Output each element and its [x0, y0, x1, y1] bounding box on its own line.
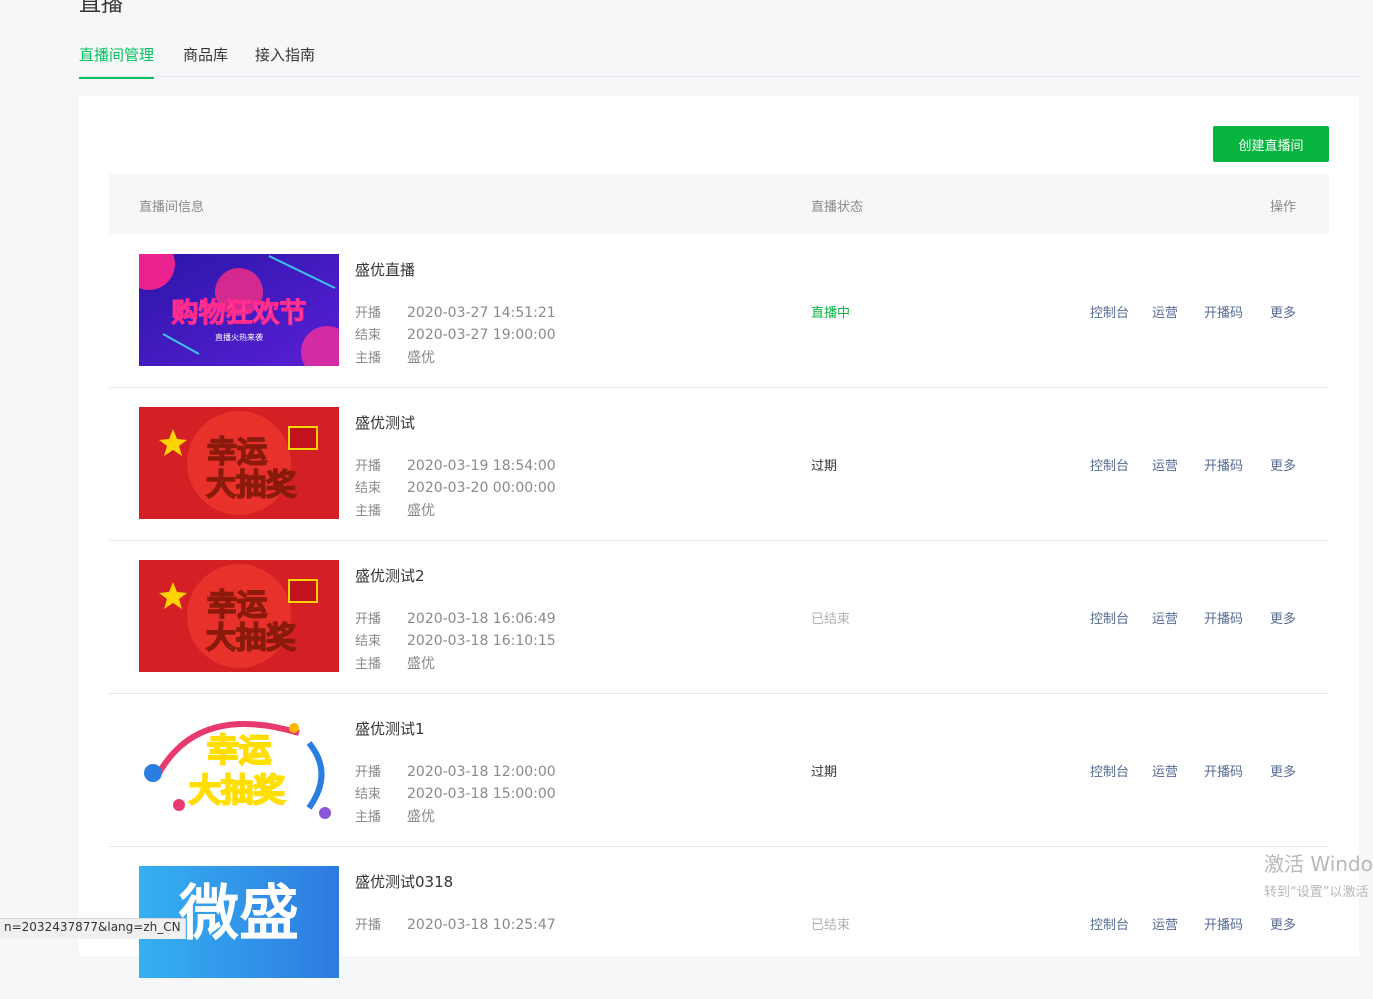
operate-link[interactable]: 运营	[1152, 761, 1178, 780]
cover-image: 幸运 大抽奖	[139, 560, 339, 672]
table-row: 幸运 大抽奖 盛优测试1 开播 2020-03-18 12:00:00 结束 202…	[109, 693, 1329, 847]
room-name: 盛优测试	[355, 414, 416, 432]
room-name: 盛优直播	[355, 261, 416, 279]
more-link[interactable]: 更多	[1270, 608, 1296, 627]
console-link[interactable]: 控制台	[1090, 608, 1129, 627]
cover-text-line2: 大抽奖	[206, 468, 296, 503]
host: 主播 盛优	[355, 809, 435, 825]
end-time: 结束 2020-03-27 19:00:00	[355, 327, 556, 343]
cover-text-line1: 幸运	[207, 435, 267, 470]
table-header: 直播间信息 直播状态 操作	[109, 174, 1329, 234]
console-link[interactable]: 控制台	[1090, 761, 1129, 780]
more-link[interactable]: 更多	[1270, 761, 1296, 780]
create-live-room-button[interactable]: 创建直播间	[1213, 126, 1329, 162]
host: 主播 盛优	[355, 656, 435, 672]
cover-image: 幸运 大抽奖	[139, 407, 339, 519]
room-name: 盛优测试2	[355, 567, 425, 585]
status-badge: 已结束	[811, 918, 851, 933]
console-link[interactable]: 控制台	[1090, 302, 1129, 321]
status-bar-url: n=2032437877&lang=zh_CN	[0, 918, 186, 939]
status-badge: 直播中	[811, 306, 851, 321]
more-link[interactable]: 更多	[1270, 455, 1296, 474]
console-link[interactable]: 控制台	[1090, 455, 1129, 474]
live-room-panel: 创建直播间 直播间信息 直播状态 操作 购物狂欢节 直播火热来袭 盛优直播 开播…	[79, 96, 1359, 978]
status-badge: 已结束	[811, 612, 851, 627]
column-header-info: 直播间信息	[139, 200, 205, 215]
end-time: 结束 2020-03-18 15:00:00	[355, 786, 556, 802]
cover-image: 购物狂欢节 直播火热来袭	[139, 254, 339, 366]
status-badge: 过期	[811, 765, 838, 780]
cover-text-line2: 大抽奖	[206, 621, 296, 656]
room-name: 盛优测试1	[355, 720, 425, 738]
start-code-link[interactable]: 开播码	[1204, 302, 1243, 321]
start-time: 开播 2020-03-27 14:51:21	[355, 305, 556, 321]
operate-link[interactable]: 运营	[1152, 455, 1178, 474]
host: 主播 盛优	[355, 503, 435, 519]
start-time: 开播 2020-03-18 10:25:47	[355, 917, 556, 933]
tab-live-room-management[interactable]: 直播间管理	[79, 44, 155, 79]
operate-link[interactable]: 运营	[1152, 914, 1178, 933]
cover-text-line2: 大抽奖	[189, 771, 285, 809]
end-time: 结束 2020-03-18 16:10:15	[355, 633, 556, 649]
room-name: 盛优测试0318	[355, 873, 454, 891]
host: 主播 盛优	[355, 350, 435, 366]
more-link[interactable]: 更多	[1270, 302, 1296, 321]
windows-activation-watermark: 激活 Windo 转到“设置”以激活	[1264, 852, 1373, 900]
status-badge: 过期	[811, 459, 838, 474]
console-link[interactable]: 控制台	[1090, 914, 1129, 933]
table-row: 幸运 大抽奖 盛优测试 开播 2020-03-19 18:54:00 结束 2020…	[109, 387, 1329, 541]
table-row: 购物狂欢节 直播火热来袭 盛优直播 开播 2020-03-27 14:51:21 …	[109, 234, 1329, 388]
start-code-link[interactable]: 开播码	[1204, 608, 1243, 627]
end-time: 结束 2020-03-20 00:00:00	[355, 480, 556, 496]
cover-subtext: 直播火热来袭	[215, 332, 263, 342]
tab-product-library[interactable]: 商品库	[183, 44, 228, 77]
cover-image: 幸运 大抽奖	[139, 713, 339, 825]
more-link[interactable]: 更多	[1270, 914, 1296, 933]
start-code-link[interactable]: 开播码	[1204, 761, 1243, 780]
operate-link[interactable]: 运营	[1152, 302, 1178, 321]
tab-access-guide[interactable]: 接入指南	[255, 44, 315, 77]
column-header-status: 直播状态	[811, 200, 864, 215]
tab-bar: 直播间管理 商品库 接入指南	[79, 36, 1359, 79]
start-time: 开播 2020-03-18 16:06:49	[355, 611, 556, 627]
start-code-link[interactable]: 开播码	[1204, 914, 1243, 933]
column-header-actions: 操作	[1270, 200, 1297, 215]
cover-text-line1: 幸运	[207, 731, 271, 769]
start-time: 开播 2020-03-19 18:54:00	[355, 458, 556, 474]
page-title: 直播	[79, 0, 124, 17]
operate-link[interactable]: 运营	[1152, 608, 1178, 627]
cover-text: 购物狂欢节	[172, 298, 307, 329]
table-row: 微盛 盛优测试0318 开播 2020-03-18 10:25:47 已结束 控制…	[109, 846, 1329, 999]
start-time: 开播 2020-03-18 12:00:00	[355, 764, 556, 780]
cover-text-line1: 幸运	[207, 588, 267, 623]
table-row: 幸运 大抽奖 盛优测试2 开播 2020-03-18 16:06:49 结束 202…	[109, 540, 1329, 694]
start-code-link[interactable]: 开播码	[1204, 455, 1243, 474]
